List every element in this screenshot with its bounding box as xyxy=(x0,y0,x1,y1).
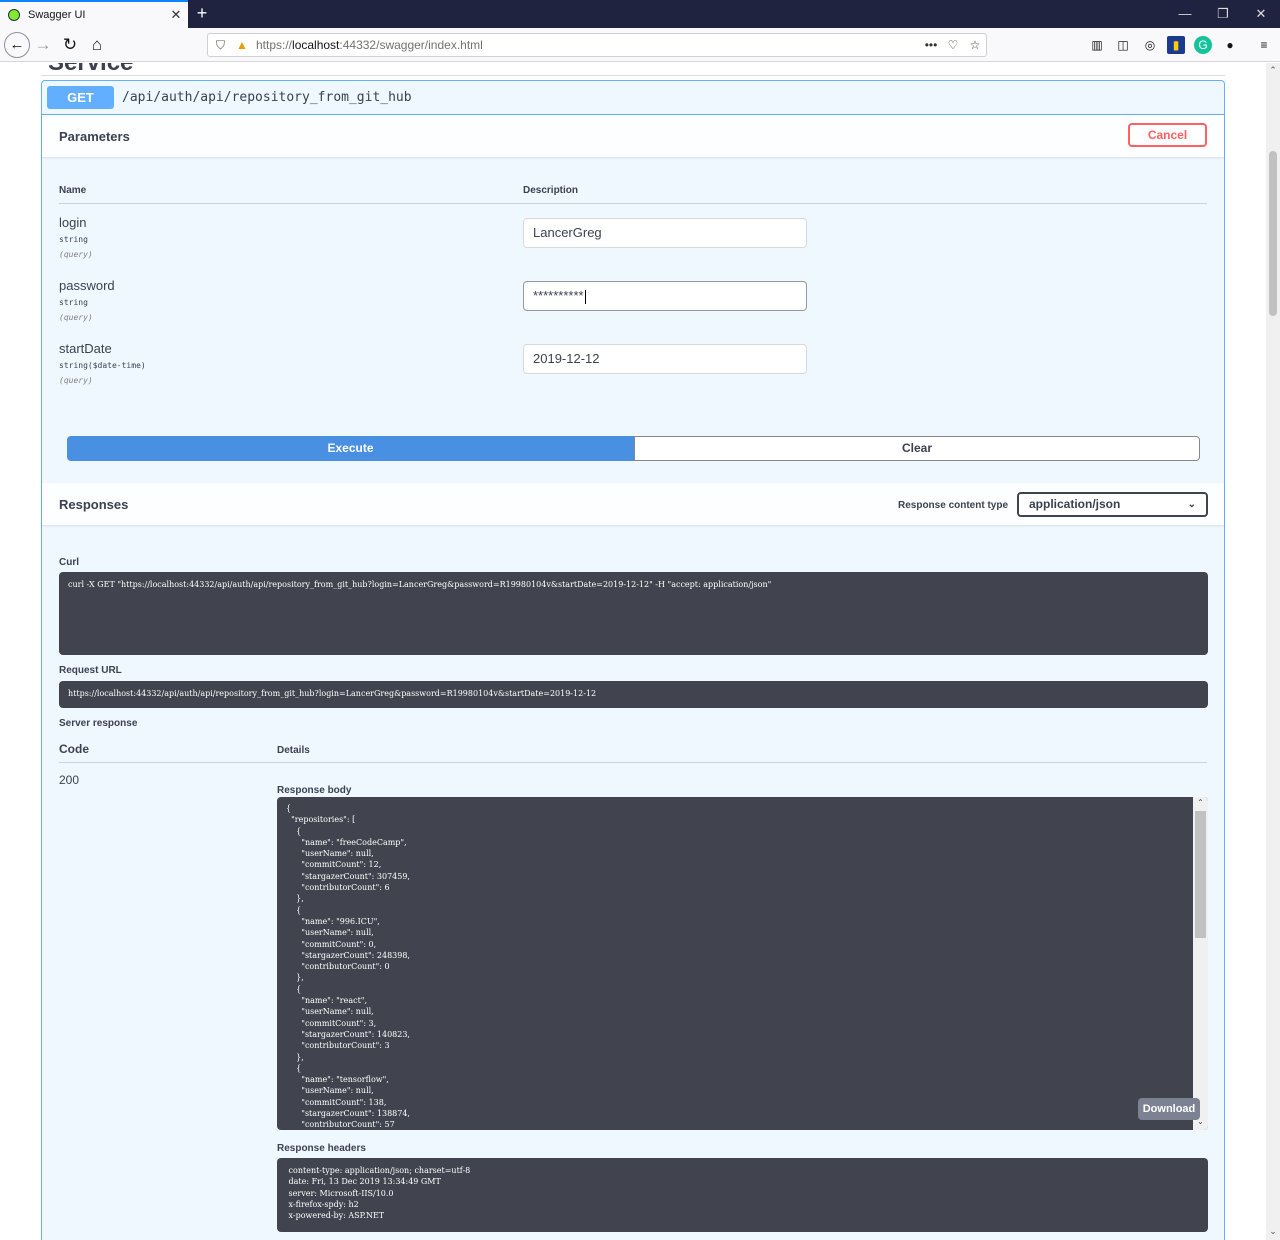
pocket-icon[interactable]: ♡ xyxy=(942,38,964,52)
password-input[interactable]: ********** xyxy=(523,281,807,311)
scroll-down-icon[interactable]: ⌄ xyxy=(1266,1226,1280,1237)
parameters-header: Parameters Cancel xyxy=(42,115,1224,157)
section-divider xyxy=(41,75,1225,76)
operation-block: GET /api/auth/api/repository_from_git_hu… xyxy=(41,80,1225,1240)
param-password-name: password xyxy=(59,278,115,293)
minimize-button[interactable]: — xyxy=(1167,0,1203,28)
param-login-name: login xyxy=(59,215,87,230)
close-tab-icon[interactable]: ✕ xyxy=(168,7,184,23)
scroll-thumb[interactable] xyxy=(1195,811,1206,938)
url-text[interactable]: https://localhost:44332/swagger/index.ht… xyxy=(256,38,920,52)
response-content-type-select[interactable]: application/json ⌄ xyxy=(1017,492,1208,517)
response-headers[interactable]: content-type: application/json; charset=… xyxy=(277,1158,1208,1232)
swagger-favicon-icon xyxy=(8,9,20,21)
param-login-in: (query) xyxy=(59,250,93,259)
title-bar: Swagger UI ✕ + — ❐ ✕ xyxy=(0,0,1280,28)
response-headers-label: Response headers xyxy=(277,1143,366,1154)
bookmark-star-icon[interactable]: ☆ xyxy=(964,38,986,52)
column-description-header: Description xyxy=(523,185,579,196)
library-icon[interactable]: ▥ xyxy=(1088,36,1106,54)
swagger-page: Service GET /api/auth/api/repository_fro… xyxy=(0,63,1266,1240)
page-scroll-thumb[interactable] xyxy=(1269,151,1277,316)
clear-button[interactable]: Clear xyxy=(634,436,1200,461)
param-startdate-type: string($date-time) xyxy=(59,361,146,370)
extension-chart-icon[interactable]: ▮ xyxy=(1167,36,1185,54)
page-actions-icon[interactable]: ••• xyxy=(920,38,942,52)
http-method-badge: GET xyxy=(47,86,114,109)
param-startdate-name: startDate xyxy=(59,341,112,356)
responses-title: Responses xyxy=(59,497,129,512)
home-icon[interactable]: ⌂ xyxy=(84,32,110,58)
column-name-header: Name xyxy=(59,185,87,196)
response-divider xyxy=(59,762,1207,763)
password-value: ********** xyxy=(533,288,584,303)
close-window-button[interactable]: ✕ xyxy=(1243,0,1279,28)
parameters-title: Parameters xyxy=(59,129,130,144)
response-content-type-label: Response content type xyxy=(898,500,1009,511)
responses-header: Responses Response content type applicat… xyxy=(42,483,1224,525)
execute-wrapper: Execute Clear xyxy=(67,436,1200,461)
extension-icon[interactable]: ◎ xyxy=(1141,36,1159,54)
param-startdate-in: (query) xyxy=(59,376,93,385)
tab-title: Swagger UI xyxy=(28,9,86,21)
param-password-in: (query) xyxy=(59,313,93,322)
execute-button[interactable]: Execute xyxy=(67,436,634,461)
startdate-input[interactable]: 2019-12-12 xyxy=(523,344,807,374)
forward-arrow-icon[interactable]: → xyxy=(30,32,56,58)
status-code: 200 xyxy=(59,773,80,787)
param-login-type: string xyxy=(59,235,88,244)
back-arrow-icon[interactable]: ← xyxy=(4,32,30,58)
tracking-shield-icon[interactable]: ⛉ xyxy=(216,38,230,53)
operation-path: /api/auth/api/repository_from_git_hub xyxy=(122,90,412,105)
chevron-down-icon: ⌄ xyxy=(1187,499,1196,510)
browser-tab[interactable]: Swagger UI ✕ xyxy=(0,0,188,28)
code-column-header: Code xyxy=(59,742,89,756)
scroll-up-icon[interactable]: ⌃ xyxy=(1193,798,1208,807)
grammarly-icon[interactable]: G xyxy=(1194,36,1212,54)
param-password-type: string xyxy=(59,298,88,307)
curl-command[interactable]: curl -X GET "https://localhost:44332/api… xyxy=(59,572,1208,655)
restore-button[interactable]: ❐ xyxy=(1205,0,1241,28)
content-type-value: application/json xyxy=(1029,497,1121,511)
cancel-button[interactable]: Cancel xyxy=(1128,123,1207,147)
address-bar[interactable]: ⛉ ▲ https://localhost:44332/swagger/inde… xyxy=(207,33,987,57)
login-input[interactable]: LancerGreg xyxy=(523,218,807,248)
insecure-lock-icon[interactable]: ▲ xyxy=(236,38,250,52)
response-body-scrollbar[interactable]: ⌃ ⌄ xyxy=(1193,797,1208,1130)
response-body-label: Response body xyxy=(277,785,352,796)
download-button[interactable]: Download xyxy=(1138,1098,1200,1120)
sidebar-icon[interactable]: ◫ xyxy=(1114,36,1132,54)
scroll-up-icon[interactable]: ⌃ xyxy=(1266,65,1280,76)
request-url-label: Request URL xyxy=(59,665,122,676)
details-column-header: Details xyxy=(277,745,310,756)
request-url[interactable]: https://localhost:44332/api/auth/api/rep… xyxy=(59,681,1208,708)
reload-icon[interactable]: ↻ xyxy=(57,32,83,58)
text-caret xyxy=(584,289,586,304)
response-body-text[interactable]: { "repositories": [ { "name": "freeCodeC… xyxy=(286,803,410,1130)
curl-label: Curl xyxy=(59,557,79,568)
navigation-bar: ← → ↻ ⌂ ⛉ ▲ https://localhost:44332/swag… xyxy=(0,28,1280,62)
menu-icon[interactable]: ≡ xyxy=(1255,36,1273,54)
page-scrollbar[interactable]: ⌃ ⌄ xyxy=(1266,63,1280,1240)
new-tab-button[interactable]: + xyxy=(192,3,212,23)
account-icon[interactable]: ● xyxy=(1221,36,1239,54)
parameters-divider xyxy=(59,203,1207,204)
response-body[interactable]: { "repositories": [ { "name": "freeCodeC… xyxy=(277,797,1208,1130)
operation-summary[interactable]: GET /api/auth/api/repository_from_git_hu… xyxy=(42,81,1224,115)
server-response-label: Server response xyxy=(59,718,138,729)
